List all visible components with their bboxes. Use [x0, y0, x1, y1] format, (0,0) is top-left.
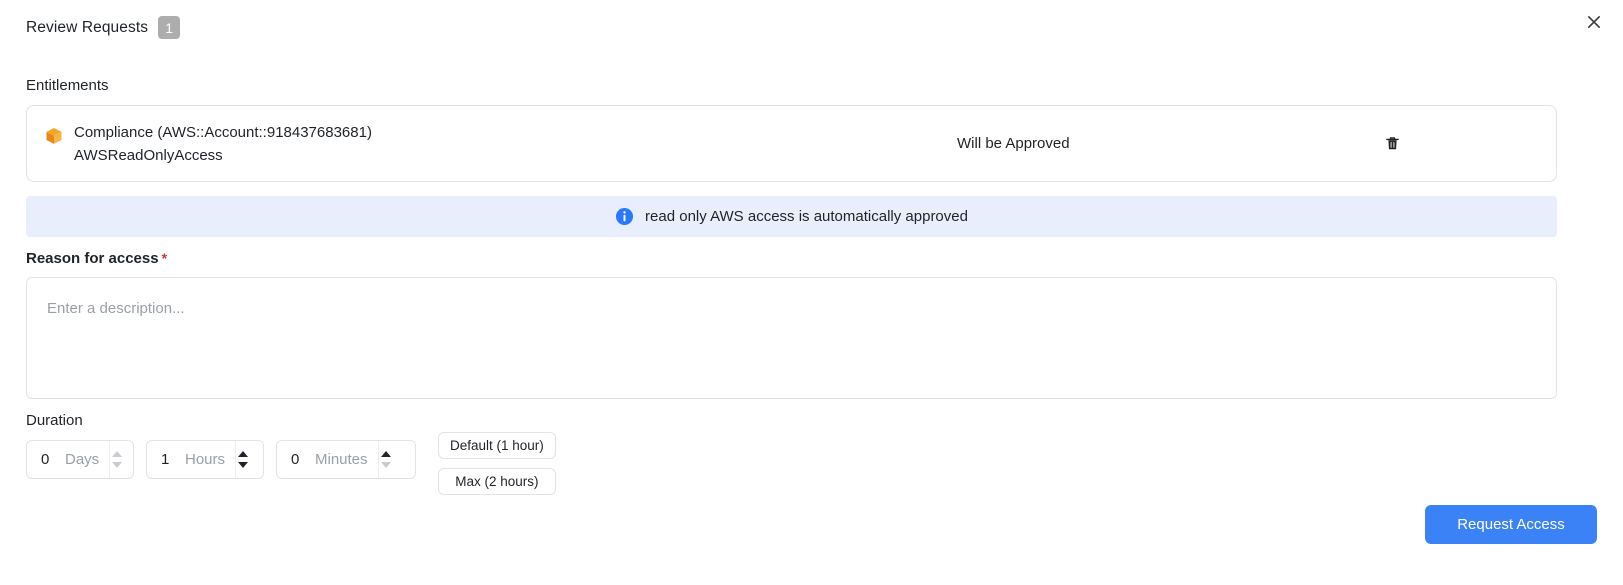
chevron-up-icon[interactable]: [381, 451, 391, 457]
duration-preset-default-button[interactable]: Default (1 hour): [438, 432, 556, 459]
required-marker: *: [162, 250, 167, 266]
request-count-badge: 1: [158, 16, 180, 39]
chevron-up-icon[interactable]: [112, 451, 122, 457]
reason-label-text: Reason for access: [26, 250, 159, 267]
entitlement-texts: Compliance (AWS::Account::918437683681) …: [74, 124, 372, 164]
dialog-header: Review Requests 1: [26, 16, 180, 39]
duration-minutes-arrows: [378, 441, 399, 478]
duration-minutes-body: Minutes: [277, 441, 378, 478]
entitlement-status: Will be Approved: [957, 135, 1377, 152]
info-icon: [615, 207, 634, 226]
reason-textarea[interactable]: [26, 277, 1557, 399]
entitlement-row: Compliance (AWS::Account::918437683681) …: [26, 105, 1557, 182]
duration-controls: Days Hours Minutes: [26, 440, 556, 495]
duration-days-body: Days: [27, 441, 109, 478]
chevron-down-icon[interactable]: [238, 462, 248, 468]
package-icon: [44, 126, 64, 146]
request-access-button[interactable]: Request Access: [1425, 505, 1597, 544]
duration-label: Duration: [26, 412, 83, 429]
entitlement-title: Compliance (AWS::Account::918437683681): [74, 124, 372, 141]
entitlements-label: Entitlements: [26, 77, 109, 94]
entitlement-subtitle: AWSReadOnlyAccess: [74, 147, 372, 164]
duration-days-input[interactable]: [41, 451, 53, 468]
trash-icon: [1384, 135, 1401, 152]
chevron-up-icon[interactable]: [238, 451, 248, 457]
page-title: Review Requests: [26, 19, 148, 37]
duration-presets: Default (1 hour) Max (2 hours): [438, 432, 556, 495]
duration-hours-input[interactable]: [161, 451, 173, 468]
duration-hours-arrows: [235, 441, 256, 478]
duration-preset-max-button[interactable]: Max (2 hours): [438, 468, 556, 495]
delete-entitlement-button[interactable]: [1377, 135, 1407, 152]
duration-minutes-input[interactable]: [291, 451, 303, 468]
close-icon: [1586, 14, 1602, 30]
close-button[interactable]: [1582, 10, 1606, 34]
duration-days-arrows: [109, 441, 130, 478]
reason-label: Reason for access*: [26, 250, 167, 267]
duration-days-stepper[interactable]: Days: [26, 440, 134, 479]
info-banner: read only AWS access is automatically ap…: [26, 196, 1557, 237]
entitlement-info: Compliance (AWS::Account::918437683681) …: [27, 124, 957, 164]
duration-hours-unit: Hours: [185, 451, 225, 468]
chevron-down-icon[interactable]: [112, 462, 122, 468]
duration-days-unit: Days: [65, 451, 99, 468]
duration-hours-body: Hours: [147, 441, 235, 478]
duration-hours-stepper[interactable]: Hours: [146, 440, 264, 479]
duration-minutes-unit: Minutes: [315, 451, 368, 468]
chevron-down-icon[interactable]: [381, 462, 391, 468]
info-banner-text: read only AWS access is automatically ap…: [645, 208, 968, 225]
duration-minutes-stepper[interactable]: Minutes: [276, 440, 416, 479]
review-requests-dialog: Review Requests 1 Entitlements Complianc…: [0, 0, 1623, 585]
